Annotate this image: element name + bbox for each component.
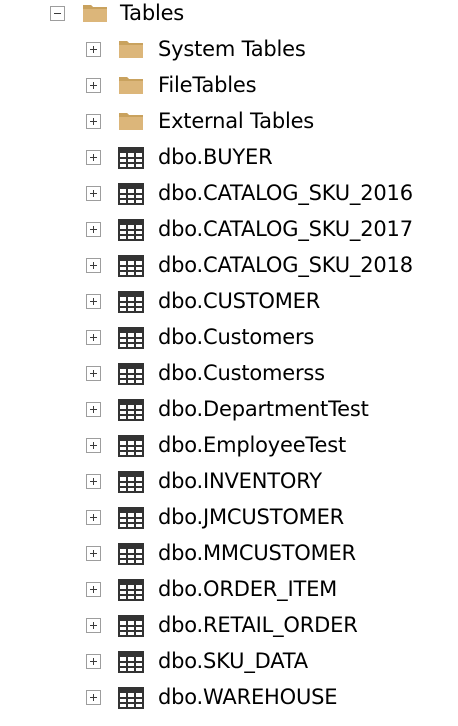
tree-node-table[interactable]: dbo.MMCUSTOMER (0, 536, 458, 572)
tree-node-table[interactable]: dbo.EmployeeTest (0, 428, 458, 464)
table-icon (118, 615, 144, 637)
tree-node-table[interactable]: dbo.Customerss (0, 356, 458, 392)
expand-icon[interactable] (86, 510, 101, 525)
expand-icon[interactable] (86, 222, 101, 237)
table-icon (118, 507, 144, 529)
table-icon (118, 255, 144, 277)
expand-icon[interactable] (86, 78, 101, 93)
tree-node-label: dbo.CATALOG_SKU_2017 (158, 217, 413, 241)
expand-icon[interactable] (86, 330, 101, 345)
tree-node-table[interactable]: dbo.CUSTOMER (0, 284, 458, 320)
table-icon (118, 219, 144, 241)
expand-icon[interactable] (86, 402, 101, 417)
expand-icon[interactable] (86, 186, 101, 201)
tree-node-system-tables[interactable]: System Tables (0, 32, 458, 68)
tree-node-label: dbo.EmployeeTest (158, 433, 346, 457)
folder-icon (119, 113, 143, 130)
tree-node-table[interactable]: dbo.CATALOG_SKU_2018 (0, 248, 458, 284)
folder-icon (119, 41, 143, 58)
expand-icon[interactable] (86, 438, 101, 453)
tree-node-label: External Tables (158, 109, 315, 133)
collapse-icon[interactable] (50, 6, 65, 21)
table-icon (118, 435, 144, 457)
table-icon (118, 183, 144, 205)
expand-icon[interactable] (86, 114, 101, 129)
expand-icon[interactable] (86, 42, 101, 57)
tree-node-label: dbo.MMCUSTOMER (158, 541, 356, 565)
tree-node-filetables[interactable]: FileTables (0, 68, 458, 104)
expand-icon[interactable] (86, 654, 101, 669)
tree-node-label: dbo.JMCUSTOMER (158, 505, 345, 529)
table-icon (118, 399, 144, 421)
tree-node-table[interactable]: dbo.INVENTORY (0, 464, 458, 500)
tree-node-label: dbo.CATALOG_SKU_2018 (158, 253, 413, 277)
tree-node-table[interactable]: dbo.JMCUSTOMER (0, 500, 458, 536)
tree-node-label: Tables (120, 1, 185, 25)
tree-node-table[interactable]: dbo.WAREHOUSE (0, 680, 458, 716)
table-icon (118, 471, 144, 493)
expand-icon[interactable] (86, 366, 101, 381)
expand-icon[interactable] (86, 294, 101, 309)
table-icon (118, 543, 144, 565)
tree-node-tables[interactable]: Tables (0, 0, 458, 32)
table-icon (118, 687, 144, 709)
tree-node-label: dbo.INVENTORY (158, 469, 322, 493)
tree-node-table[interactable]: dbo.RETAIL_ORDER (0, 608, 458, 644)
tree-node-label: dbo.CUSTOMER (158, 289, 321, 313)
expand-icon[interactable] (86, 582, 101, 597)
tree-node-label: dbo.SKU_DATA (158, 649, 308, 673)
tree-node-label: dbo.BUYER (158, 145, 273, 169)
tree-node-table[interactable]: dbo.CATALOG_SKU_2017 (0, 212, 458, 248)
tree-node-label: dbo.ORDER_ITEM (158, 577, 338, 601)
tree-node-label: dbo.RETAIL_ORDER (158, 613, 358, 637)
tree-node-table[interactable]: dbo.Customers (0, 320, 458, 356)
folder-icon (119, 77, 143, 94)
table-icon (118, 651, 144, 673)
table-icon (118, 291, 144, 313)
tree-node-table[interactable]: dbo.ORDER_ITEM (0, 572, 458, 608)
expand-icon[interactable] (86, 546, 101, 561)
table-icon (118, 147, 144, 169)
expand-icon[interactable] (86, 150, 101, 165)
tree-node-table[interactable]: dbo.CATALOG_SKU_2016 (0, 176, 458, 212)
tree-node-label: dbo.Customers (158, 325, 315, 349)
tree-node-label: dbo.WAREHOUSE (158, 685, 338, 709)
expand-icon[interactable] (86, 618, 101, 633)
table-icon (118, 327, 144, 349)
tree-node-label: dbo.CATALOG_SKU_2016 (158, 181, 413, 205)
tree-node-external-tables[interactable]: External Tables (0, 104, 458, 140)
tree-node-label: FileTables (158, 73, 257, 97)
expand-icon[interactable] (86, 690, 101, 705)
tree-node-label: dbo.DepartmentTest (158, 397, 369, 421)
table-icon (118, 579, 144, 601)
table-icon (118, 363, 144, 385)
tree-node-table[interactable]: dbo.SKU_DATA (0, 644, 458, 680)
tree-node-label: System Tables (158, 37, 306, 61)
expand-icon[interactable] (86, 258, 101, 273)
object-explorer-tree: Tables System Tables FileTables External… (0, 0, 458, 726)
expand-icon[interactable] (86, 474, 101, 489)
tree-node-table[interactable]: dbo.BUYER (0, 140, 458, 176)
folder-icon (83, 5, 107, 22)
tree-node-table[interactable]: dbo.DepartmentTest (0, 392, 458, 428)
tree-node-label: dbo.Customerss (158, 361, 325, 385)
